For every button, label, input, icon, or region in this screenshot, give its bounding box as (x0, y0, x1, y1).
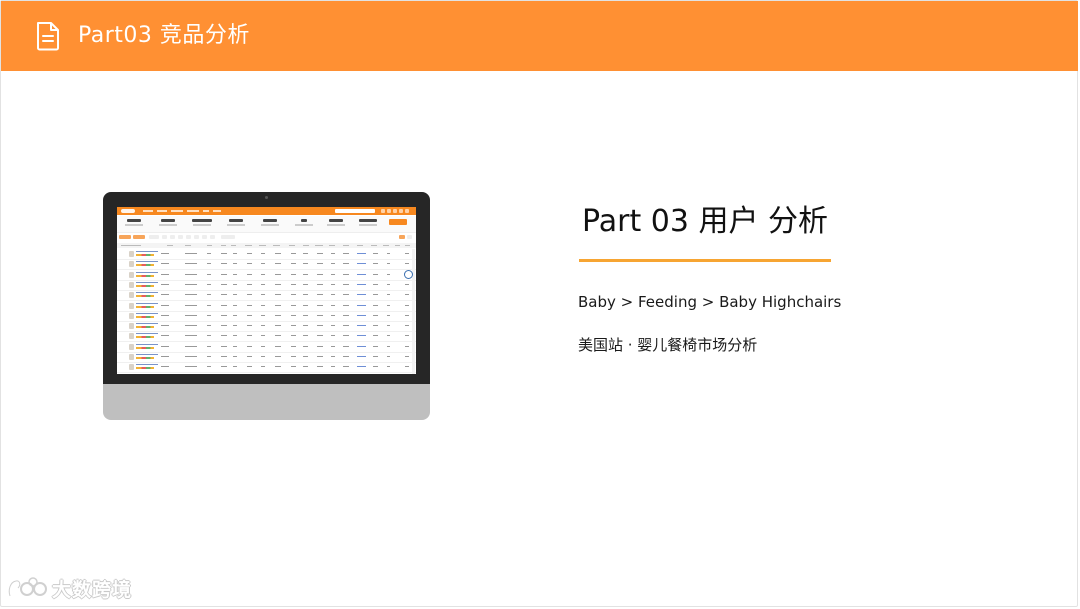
section-subtitle: 美国站 · 婴儿餐椅市场分析 (578, 336, 758, 354)
monitor-chin (103, 384, 430, 420)
document-icon (37, 22, 59, 51)
category-breadcrumb: Baby > Feeding > Baby Highchairs (578, 293, 842, 311)
screen-table-header (117, 243, 416, 248)
screen-topbar (117, 207, 416, 215)
title-divider (579, 259, 831, 262)
screen-filters (117, 234, 416, 240)
monitor-mockup (103, 192, 430, 420)
screen-stats (117, 216, 416, 233)
footer-brand: 大数跨境 (52, 579, 133, 601)
camera-dot (265, 196, 268, 199)
monitor-screen-image (117, 207, 416, 374)
dashu-logo-icon (7, 577, 47, 598)
section-title: Part 03 用户 分析 (582, 204, 829, 239)
monitor-bezel (103, 192, 430, 387)
screen-row (117, 362, 416, 374)
header-title: Part03 竞品分析 (78, 23, 250, 48)
header-bar: Part03 竞品分析 (1, 1, 1078, 71)
